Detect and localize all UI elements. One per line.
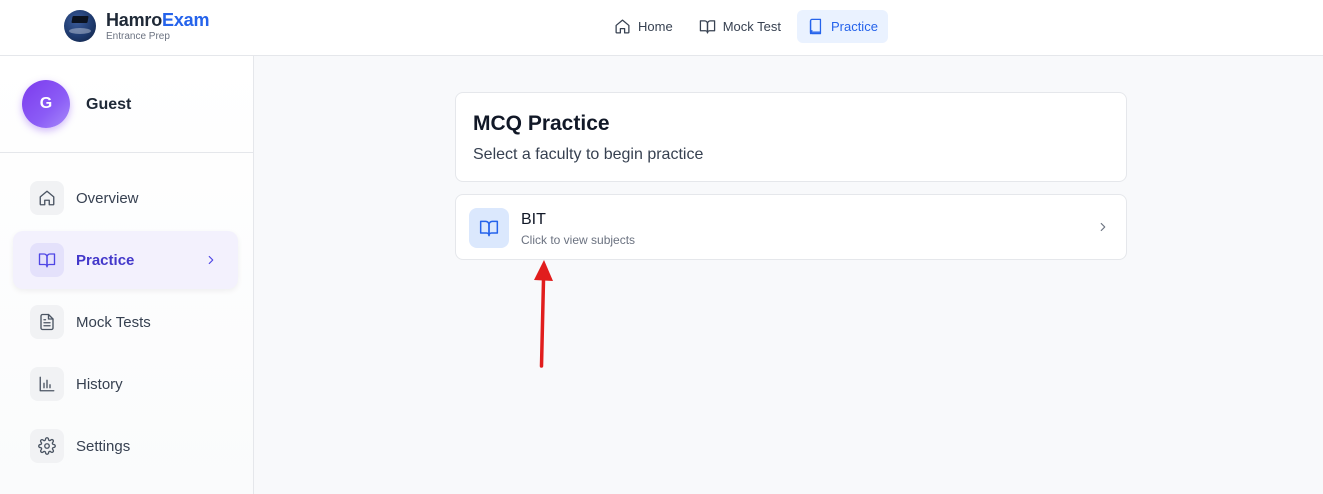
graduation-globe-icon xyxy=(64,10,96,42)
brand-text: HamroExam Entrance Prep xyxy=(106,11,209,42)
sidebar-item-practice[interactable]: Practice xyxy=(13,231,238,289)
file-text-icon xyxy=(30,305,64,339)
faculty-card-bit[interactable]: BIT Click to view subjects xyxy=(455,194,1127,260)
sidebar-item-overview[interactable]: Overview xyxy=(13,169,238,227)
page-subtitle: Select a faculty to begin practice xyxy=(473,146,704,163)
faculty-name: BIT xyxy=(521,211,546,228)
sidebar-item-label: Settings xyxy=(76,437,131,455)
sidebar-item-mock-tests[interactable]: Mock Tests xyxy=(13,293,238,351)
topnav-mock-test[interactable]: Mock Test xyxy=(689,10,791,43)
brand-name: HamroExam xyxy=(106,9,210,30)
sidebar-item-label: Mock Tests xyxy=(76,313,151,331)
page-title: MCQ Practice xyxy=(473,112,610,135)
sidebar-menu: Overview Practice Mock Tests History Set… xyxy=(13,169,238,479)
topnav-mock-test-label: Mock Test xyxy=(722,19,781,34)
topnav-home[interactable]: Home xyxy=(604,10,683,43)
book-open-icon xyxy=(699,20,715,34)
brand-logo[interactable]: HamroExam Entrance Prep xyxy=(64,10,209,42)
user-name: Guest xyxy=(86,96,132,113)
page-header-card: MCQ Practice Select a faculty to begin p… xyxy=(455,92,1127,182)
book-icon xyxy=(809,18,822,35)
sidebar-item-label: History xyxy=(76,375,123,393)
topnav-practice[interactable]: Practice xyxy=(796,10,888,43)
faculty-hint: Click to view subjects xyxy=(521,233,636,247)
top-navigation: Home Mock Test Practice xyxy=(604,10,888,43)
sidebar-item-settings[interactable]: Settings xyxy=(13,417,238,475)
topnav-home-label: Home xyxy=(638,19,673,34)
gear-icon xyxy=(30,429,64,463)
chevron-right-icon xyxy=(208,255,214,265)
chevron-right-icon xyxy=(1100,222,1106,232)
book-open-icon xyxy=(469,208,509,248)
annotation-arrow xyxy=(534,260,553,368)
user-profile: G Guest xyxy=(0,56,253,153)
sidebar-item-label: Overview xyxy=(76,189,139,207)
bar-chart-icon xyxy=(30,367,64,401)
avatar[interactable]: G xyxy=(22,80,70,128)
home-icon xyxy=(30,181,64,215)
sidebar-item-label: Practice xyxy=(76,251,135,269)
book-open-icon xyxy=(30,243,64,277)
sidebar-item-history[interactable]: History xyxy=(13,355,238,413)
brand-tagline: Entrance Prep xyxy=(106,30,170,42)
home-icon xyxy=(615,19,630,34)
sidebar: G Guest Overview Practice Mock Tests His… xyxy=(0,56,254,494)
topnav-practice-label: Practice xyxy=(830,19,878,34)
top-header: HamroExam Entrance Prep Home Mock Test P… xyxy=(0,0,1323,56)
